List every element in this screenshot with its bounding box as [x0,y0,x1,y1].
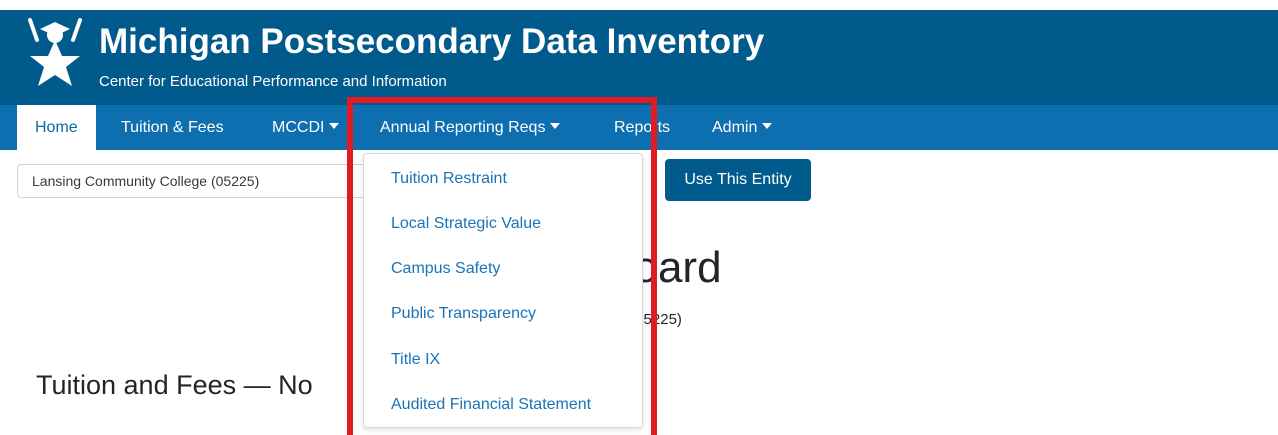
nav-home[interactable]: Home [17,105,96,150]
graduate-star-logo-icon[interactable] [22,18,88,100]
caret-down-icon [762,123,773,129]
annual-reporting-dropdown: Tuition Restraint Local Strategic Value … [363,153,643,428]
nav-reports[interactable]: Reports [614,105,670,150]
use-entity-button[interactable]: Use This Entity [665,159,811,201]
page: Michigan Postsecondary Data Inventory Ce… [0,0,1278,435]
dropdown-item-tuition-restraint[interactable]: Tuition Restraint [391,170,507,188]
nav-admin[interactable]: Admin [712,105,773,150]
nav-tuition-fees-label: Tuition & Fees [121,119,224,136]
dropdown-item-title-ix[interactable]: Title IX [391,351,440,369]
dropdown-item-local-strategic-value[interactable]: Local Strategic Value [391,215,541,233]
dropdown-item-audited-financial-statement[interactable]: Audited Financial Statement [391,396,591,414]
nav-mccdi-label: MCCDI [272,119,325,136]
site-header: Michigan Postsecondary Data Inventory Ce… [0,10,1278,105]
nav-home-label: Home [35,119,78,136]
nav-admin-label: Admin [712,119,758,136]
nav-reports-label: Reports [614,119,671,136]
dropdown-item-public-transparency[interactable]: Public Transparency [391,305,536,323]
dropdown-item-campus-safety[interactable]: Campus Safety [391,260,500,278]
nav-annual-reporting-label: Annual Reporting Reqs [380,119,546,136]
caret-down-icon [329,123,340,129]
nav-annual-reporting[interactable]: Annual Reporting Reqs [380,105,561,150]
site-subtitle: Center for Educational Performance and I… [99,73,447,90]
site-title[interactable]: Michigan Postsecondary Data Inventory [99,22,764,62]
nav-tuition-fees[interactable]: Tuition & Fees [121,105,224,150]
nav-mccdi[interactable]: MCCDI [272,105,340,150]
main-navbar: Home Tuition & Fees MCCDI Annual Reporti… [0,105,1278,150]
section-title-tuition-fees: Tuition and Fees — No [36,370,313,400]
entity-select[interactable]: Lansing Community College (05225) [17,164,367,198]
caret-down-icon [550,123,561,129]
